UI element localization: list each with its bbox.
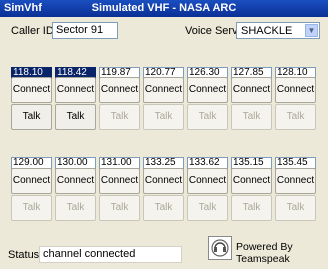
connect-button-4[interactable]: Connect xyxy=(143,77,184,103)
chevron-down-icon[interactable]: ▼ xyxy=(305,24,318,37)
talk-button-7[interactable]: Talk xyxy=(275,104,316,130)
talk-button-12[interactable]: Talk xyxy=(187,195,228,221)
caller-id-field[interactable]: Sector 91 xyxy=(52,22,118,39)
connect-button-6[interactable]: Connect xyxy=(231,77,272,103)
title-bar: SimVhf Simulated VHF - NASA ARC xyxy=(0,0,328,17)
status-label: Status: xyxy=(8,249,43,261)
talk-button-14[interactable]: Talk xyxy=(275,195,316,221)
main-window: SimVhf Simulated VHF - NASA ARC Caller I… xyxy=(0,0,328,269)
talk-button-2[interactable]: Talk xyxy=(55,104,96,130)
connect-button-1[interactable]: Connect xyxy=(11,77,52,103)
powered-by-text: Powered By Teamspeak xyxy=(236,241,293,265)
talk-button-6[interactable]: Talk xyxy=(231,104,272,130)
connect-button-11[interactable]: Connect xyxy=(143,168,184,194)
connect-button-9[interactable]: Connect xyxy=(55,168,96,194)
teamspeak-logo-icon xyxy=(208,236,232,260)
talk-button-1[interactable]: Talk xyxy=(11,104,52,130)
talk-button-13[interactable]: Talk xyxy=(231,195,272,221)
talk-button-11[interactable]: Talk xyxy=(143,195,184,221)
voice-server-value: SHACKLE xyxy=(241,25,293,37)
voice-server-select[interactable]: SHACKLE ▼ xyxy=(236,22,320,39)
talk-button-10[interactable]: Talk xyxy=(99,195,140,221)
caller-id-label: Caller ID: xyxy=(11,25,57,37)
talk-button-8[interactable]: Talk xyxy=(11,195,52,221)
connect-button-10[interactable]: Connect xyxy=(99,168,140,194)
talk-button-9[interactable]: Talk xyxy=(55,195,96,221)
talk-button-5[interactable]: Talk xyxy=(187,104,228,130)
connect-button-12[interactable]: Connect xyxy=(187,168,228,194)
connect-button-2[interactable]: Connect xyxy=(55,77,96,103)
status-field: channel connected xyxy=(39,246,182,263)
connect-button-14[interactable]: Connect xyxy=(275,168,316,194)
talk-button-3[interactable]: Talk xyxy=(99,104,140,130)
talk-button-4[interactable]: Talk xyxy=(143,104,184,130)
connect-button-8[interactable]: Connect xyxy=(11,168,52,194)
window-title: Simulated VHF - NASA ARC xyxy=(91,2,237,14)
connect-button-5[interactable]: Connect xyxy=(187,77,228,103)
connect-button-3[interactable]: Connect xyxy=(99,77,140,103)
connect-button-7[interactable]: Connect xyxy=(275,77,316,103)
connect-button-13[interactable]: Connect xyxy=(231,168,272,194)
